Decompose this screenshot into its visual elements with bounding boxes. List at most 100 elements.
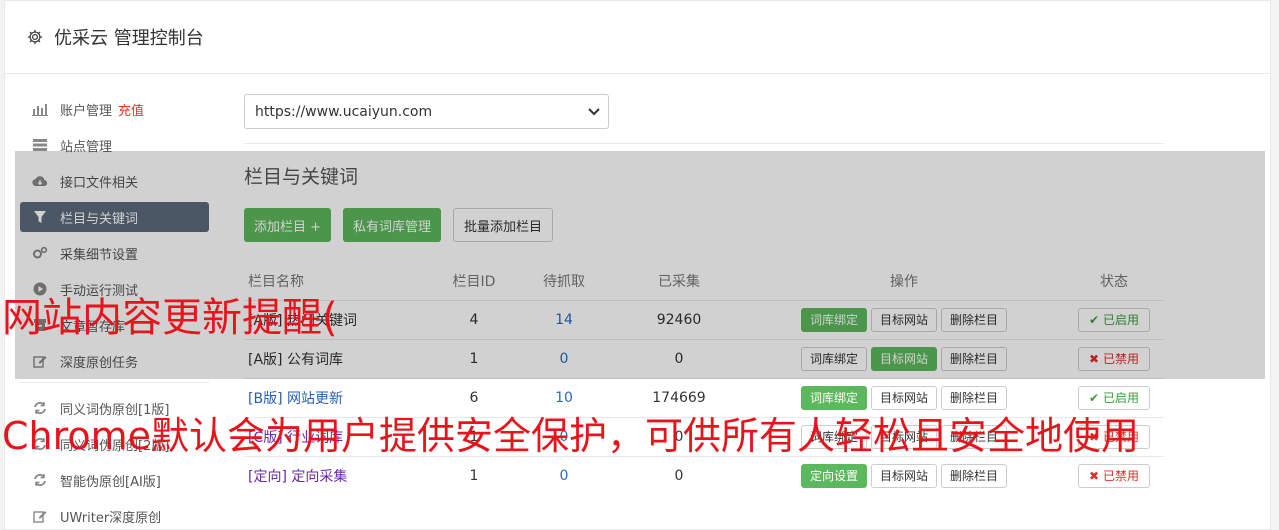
collected-count: 0 [614,338,744,378]
pending-count[interactable]: 14 [514,299,614,339]
sidebar-item-label: 账户管理 [60,103,113,119]
sidebar-item-manual-run[interactable]: 手动运行测试 [20,274,209,304]
pending-count[interactable]: 10 [514,377,614,417]
row-actions: 词库绑定 目标网站 删除栏目 [744,299,1064,339]
divider [244,143,1164,144]
status-badge[interactable]: ✖ 已禁用 [1078,463,1150,488]
delete-column-button[interactable]: 删除栏目 [941,307,1008,332]
col-header-name: 栏目名称 [244,262,434,300]
sidebar-item-label: 文章暂存库 [60,319,126,335]
table-row: [B版] 网站更新 6 10 174669 词库绑定 目标网站 删除栏目 ✔ 已启用 [244,377,1164,417]
archive-icon [32,318,48,332]
pending-count[interactable]: 0 [514,416,614,456]
col-header-done: 已采集 [614,262,744,300]
target-site-button[interactable]: 目标网站 [870,346,937,371]
x-icon: ✖ [1089,468,1100,483]
lexicon-bind-button[interactable]: 词库绑定 [800,346,867,371]
delete-column-button[interactable]: 删除栏目 [941,463,1008,488]
column-name: [A版] 公有词库 [244,338,434,378]
status-badge[interactable]: ✖ 已禁用 [1078,424,1150,449]
page-header: 优采云 管理控制台 [5,1,1270,74]
row-actions: 词库绑定 目标网站 删除栏目 [744,338,1064,378]
delete-column-button[interactable]: 删除栏目 [941,424,1008,449]
sidebar-item-ai-original[interactable]: 智能伪原创[AI版] [20,465,209,495]
refresh-icon [32,473,48,487]
toolbar: 添加栏目 + 私有词库管理 批量添加栏目 [244,208,1164,242]
pending-count[interactable]: 0 [514,338,614,378]
status-label: 已启用 [1102,312,1139,327]
sidebar-item-deep-original[interactable]: 深度原创任务 [20,346,209,376]
lexicon-bind-button[interactable]: 词库绑定 [800,424,867,449]
sidebar-item-collect-settings[interactable]: 采集细节设置 [20,238,209,268]
target-site-button[interactable]: 目标网站 [870,424,937,449]
sidebar-item-uwriter[interactable]: UWriter深度原创 [20,501,209,530]
x-icon: ✖ [1089,351,1100,366]
status-cell: ✖ 已禁用 [1064,338,1164,378]
table-row: [C版] 行业词库 1 0 0 词库绑定 目标网站 删除栏目 ✖ 已禁用 [244,416,1164,456]
x-icon: ✖ [1089,429,1100,444]
sidebar-item-synonym-v1[interactable]: 同义词伪原创[1版] [20,393,209,423]
delete-column-button[interactable]: 删除栏目 [941,346,1008,371]
private-lexicon-button[interactable]: 私有词库管理 [343,208,442,242]
sidebar-nav: 账户管理 充值 站点管理 接口文件相关 栏目与关键词 采集细节设置 手动运行测试 [20,94,209,530]
lexicon-bind-button[interactable]: 词库绑定 [800,307,867,332]
directed-settings-button[interactable]: 定向设置 [800,463,867,488]
status-cell: ✖ 已禁用 [1064,455,1164,495]
collected-count: 174669 [614,377,744,417]
status-label: 已启用 [1102,390,1139,405]
recharge-link[interactable]: 充值 [118,100,144,119]
lexicon-bind-button[interactable]: 词库绑定 [800,385,867,410]
check-icon: ✔ [1089,312,1100,327]
sidebar-item-label: 采集细节设置 [60,247,139,263]
edit-icon [32,354,48,368]
play-icon [32,282,48,296]
refresh-icon [32,401,48,415]
col-header-id: 栏目ID [434,262,514,300]
gear-icon [24,26,46,48]
table-header-row: 栏目名称 栏目ID 待抓取 已采集 操作 状态 [244,262,1164,300]
cloud-download-icon [32,174,48,188]
sidebar-item-label: 智能伪原创[AI版] [60,474,161,490]
sidebar-item-article-store[interactable]: 文章暂存库 [20,310,209,340]
sidebar-item-label: 栏目与关键词 [60,211,139,227]
site-select-value: https://www.ucaiyun.com [255,103,433,120]
add-column-button[interactable]: 添加栏目 + [244,208,332,242]
sidebar-item-synonym-v2[interactable]: 同义词伪原创[2版] [20,429,209,459]
status-cell: ✖ 已禁用 [1064,416,1164,456]
delete-column-button[interactable]: 删除栏目 [941,385,1008,410]
sidebar-item-sites[interactable]: 站点管理 [20,130,209,160]
status-badge[interactable]: ✖ 已禁用 [1078,346,1150,371]
column-id: 1 [434,416,514,456]
row-actions: 词库绑定 目标网站 删除栏目 [744,377,1064,417]
status-cell: ✔ 已启用 [1064,377,1164,417]
refresh-icon [32,437,48,451]
status-badge[interactable]: ✔ 已启用 [1078,385,1150,410]
column-name[interactable]: [C版] 行业词库 [244,416,434,456]
column-name[interactable]: [定向] 定向采集 [244,455,434,495]
check-icon: ✔ [1089,390,1100,405]
sidebar-divider [20,382,209,383]
column-name[interactable]: [B版] 网站更新 [244,377,434,417]
sidebar-item-columns[interactable]: 栏目与关键词 [20,202,209,232]
table-row: [A版] 公有词库 1 0 0 词库绑定 目标网站 删除栏目 ✖ 已禁用 [244,338,1164,378]
column-id: 4 [434,299,514,339]
bar-chart-icon [32,102,48,116]
site-select[interactable]: https://www.ucaiyun.com [244,94,609,129]
target-site-button[interactable]: 目标网站 [870,463,937,488]
batch-add-button[interactable]: 批量添加栏目 [453,208,554,242]
target-site-button[interactable]: 目标网站 [870,385,937,410]
status-label: 已禁用 [1102,429,1139,444]
sidebar-item-label: 站点管理 [60,139,113,155]
table-row: [A版] 热门关键词 4 14 92460 词库绑定 目标网站 删除栏目 ✔ 已启用 [244,299,1164,339]
status-label: 已禁用 [1102,468,1139,483]
col-header-ops: 操作 [744,262,1064,300]
sidebar-item-interface[interactable]: 接口文件相关 [20,166,209,196]
collected-count: 92460 [614,299,744,339]
sidebar-item-label: 同义词伪原创[2版] [60,438,170,454]
filter-icon [32,210,48,224]
target-site-button[interactable]: 目标网站 [870,307,937,332]
status-badge[interactable]: ✔ 已启用 [1078,307,1150,332]
column-id: 6 [434,377,514,417]
pending-count[interactable]: 0 [514,455,614,495]
sidebar-item-account[interactable]: 账户管理 充值 [20,94,209,124]
